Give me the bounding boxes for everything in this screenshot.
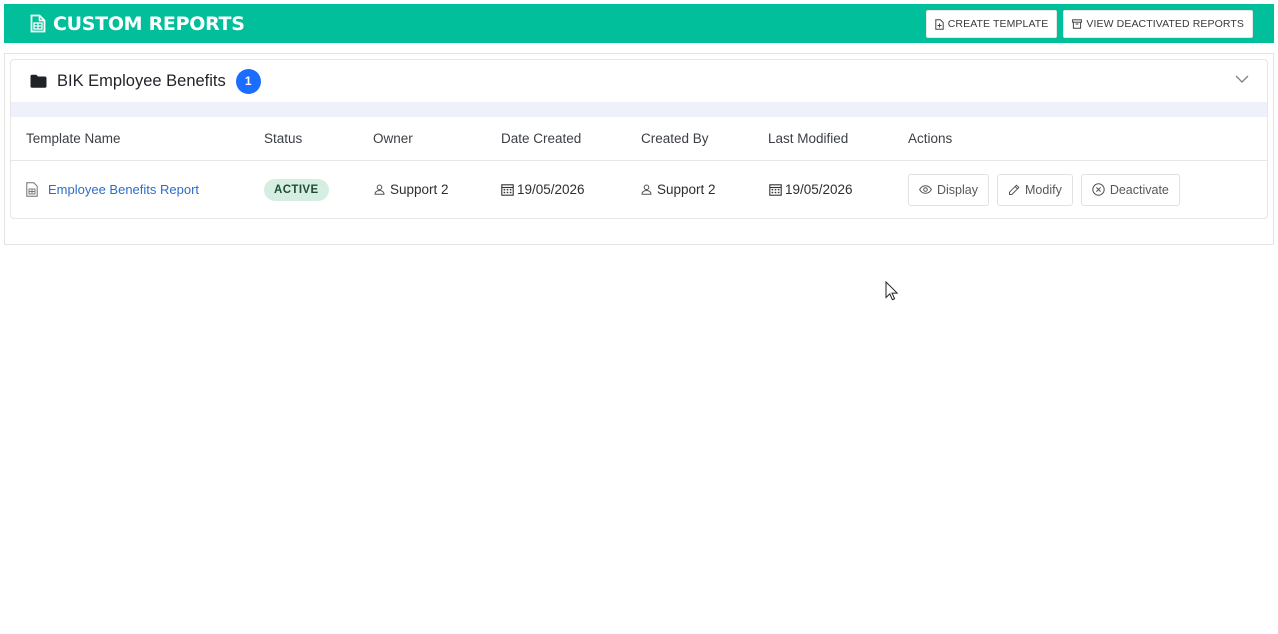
- user-icon: [374, 184, 390, 195]
- folder-icon: [30, 74, 47, 88]
- template-name-link[interactable]: Employee Benefits Report: [48, 182, 199, 197]
- header-divider-strip: [11, 102, 1267, 117]
- file-plus-icon: [935, 18, 948, 30]
- owner-text: Support 2: [390, 182, 449, 197]
- created-by-text: Support 2: [657, 182, 716, 197]
- mouse-cursor-icon: [885, 280, 899, 306]
- report-icon: [30, 14, 53, 33]
- display-button[interactable]: Display: [908, 173, 989, 206]
- eye-icon: [919, 185, 937, 194]
- status-badge: ACTIVE: [264, 178, 329, 201]
- actions-cell: Display Modify Deactivate: [908, 161, 1188, 218]
- view-deactivated-label: VIEW DEACTIVATED REPORTS: [1086, 18, 1244, 30]
- created-by-cell: Support 2: [641, 161, 716, 218]
- chevron-down-icon[interactable]: [1235, 75, 1249, 83]
- close-circle-icon: [1092, 183, 1110, 196]
- column-header-template-name: Template Name: [26, 131, 121, 146]
- page-title-text: CUSTOM REPORTS: [53, 12, 245, 35]
- pencil-icon: [1008, 183, 1025, 196]
- create-template-button[interactable]: CREATE TEMPLATE: [925, 10, 1058, 38]
- deactivate-button[interactable]: Deactivate: [1080, 173, 1180, 206]
- spreadsheet-file-icon: [26, 182, 48, 197]
- date-created-cell: 19/05/2026: [501, 161, 585, 218]
- reports-container: BIK Employee Benefits 1 Template Name St…: [4, 53, 1274, 245]
- page-title: CUSTOM REPORTS: [30, 13, 245, 35]
- user-icon: [641, 184, 657, 195]
- last-modified-text: 19/05/2026: [785, 182, 853, 197]
- status-cell: ACTIVE: [264, 161, 329, 218]
- archive-icon: [1072, 19, 1086, 29]
- template-name-cell: Employee Benefits Report: [26, 161, 199, 218]
- modify-label: Modify: [1025, 182, 1062, 197]
- last-modified-cell: 19/05/2026: [769, 161, 853, 218]
- display-label: Display: [937, 182, 978, 197]
- column-header-created-by: Created By: [641, 131, 709, 146]
- calendar-icon: [501, 183, 517, 196]
- column-header-actions: Actions: [908, 131, 953, 146]
- column-header-date-created: Date Created: [501, 131, 582, 146]
- column-header-owner: Owner: [373, 131, 413, 146]
- owner-cell: Support 2: [374, 161, 449, 218]
- create-template-label: CREATE TEMPLATE: [947, 18, 1049, 30]
- report-group-header[interactable]: BIK Employee Benefits 1: [11, 60, 1267, 102]
- table-header: Template Name Status Owner Date Created …: [11, 117, 1267, 161]
- table-row: Employee Benefits Report ACTIVE Support …: [11, 161, 1267, 218]
- column-header-last-modified: Last Modified: [768, 131, 849, 146]
- calendar-icon: [769, 183, 785, 196]
- report-group-card: BIK Employee Benefits 1 Template Name St…: [10, 59, 1268, 219]
- date-created-text: 19/05/2026: [517, 182, 585, 197]
- column-header-status: Status: [264, 131, 303, 146]
- deactivate-label: Deactivate: [1109, 182, 1169, 197]
- report-group-title: BIK Employee Benefits: [57, 71, 226, 90]
- modify-button[interactable]: Modify: [997, 173, 1073, 206]
- report-count-badge: 1: [235, 68, 261, 94]
- header-actions: CREATE TEMPLATE VIEW DEACTIVATED REPORTS: [925, 10, 1253, 38]
- page-header: CUSTOM REPORTS CREATE TEMPLATE VIEW DEAC…: [4, 4, 1274, 43]
- view-deactivated-reports-button[interactable]: VIEW DEACTIVATED REPORTS: [1063, 10, 1253, 38]
